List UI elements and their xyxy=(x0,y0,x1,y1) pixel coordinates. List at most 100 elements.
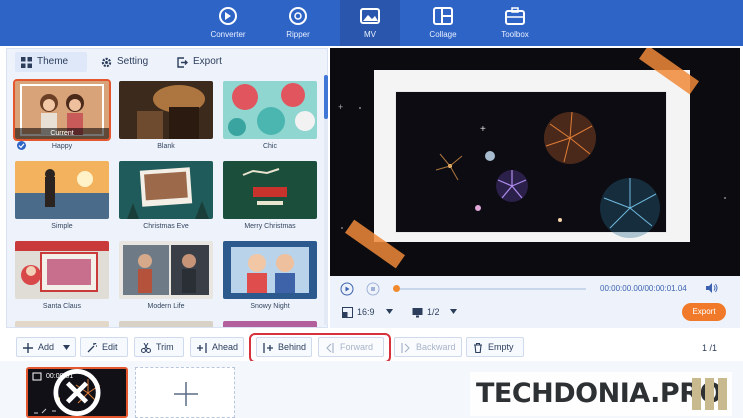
chevron-down-icon xyxy=(450,309,457,314)
watermark-bars-icon xyxy=(692,378,727,410)
nav-collage[interactable]: Collage xyxy=(413,0,473,46)
video-preview: + + xyxy=(330,48,740,276)
backward-button-label: Backward xyxy=(416,342,456,352)
screen-page-select[interactable]: 1/2 xyxy=(412,306,482,320)
add-button[interactable]: Add xyxy=(16,337,76,357)
tab-export-label: Export xyxy=(193,56,222,67)
tab-export[interactable]: Export xyxy=(171,52,235,72)
add-clip-button[interactable] xyxy=(135,367,235,418)
player-controls: 00:00:00.00/00:00:01.04 16:9 1/2 Export xyxy=(330,276,740,328)
nav-mv[interactable]: MV xyxy=(340,0,400,46)
panel-tabs: Theme Setting Export xyxy=(7,49,327,73)
export-button[interactable]: Export xyxy=(682,303,726,321)
gear-icon xyxy=(101,57,112,68)
play-icon[interactable] xyxy=(340,282,354,296)
backward-button[interactable]: Backward xyxy=(394,337,462,357)
scissors-icon xyxy=(141,343,151,353)
theme-thumbnail xyxy=(223,81,317,139)
nav-toolbox[interactable]: Toolbox xyxy=(485,0,545,46)
nav-ripper-label: Ripper xyxy=(286,30,310,39)
tab-setting[interactable]: Setting xyxy=(95,52,163,72)
speaker-icon[interactable] xyxy=(705,282,719,294)
theme-name: Christmas Eve xyxy=(143,223,189,230)
theme-name: Happy xyxy=(51,143,73,150)
theme-name: Modern Life xyxy=(147,303,185,310)
tab-setting-label: Setting xyxy=(117,56,149,67)
nav-ripper[interactable]: Ripper xyxy=(268,0,328,46)
watermark-logo: TECHDONIA.PRO xyxy=(470,372,732,416)
grid-icon xyxy=(21,57,32,68)
theme-thumbnail xyxy=(223,161,317,219)
screen-page-value: 1/2 xyxy=(427,307,440,317)
ahead-button[interactable]: Ahead xyxy=(190,337,244,357)
theme-panel: Theme Setting Export Current Happy Blank… xyxy=(6,48,328,328)
theme-thumbnail xyxy=(223,321,317,327)
theme-thumbnail xyxy=(15,321,109,327)
nav-converter-label: Converter xyxy=(210,30,246,39)
theme-thumbnail xyxy=(119,321,213,327)
nav-collage-label: Collage xyxy=(429,30,457,39)
highlight-annotation xyxy=(249,333,391,363)
insert-ahead-icon xyxy=(197,343,207,353)
theme-thumbnail xyxy=(223,241,317,299)
tab-theme-label: Theme xyxy=(37,56,69,67)
nav-converter[interactable]: Converter xyxy=(198,0,258,46)
theme-name: Santa Claus xyxy=(42,303,82,310)
aspect-ratio-select[interactable]: 16:9 xyxy=(342,306,412,320)
theme-name: Blank xyxy=(157,143,175,150)
converter-icon xyxy=(219,7,237,25)
preview-frame: + + xyxy=(330,48,740,276)
theme-thumbnail xyxy=(119,161,213,219)
playback-time: 00:00:00.00/00:00:01.04 xyxy=(600,284,687,293)
theme-thumbnail xyxy=(15,161,109,219)
theme-thumbnail: Current xyxy=(13,79,111,141)
theme-thumbnail xyxy=(119,81,213,139)
edit-button[interactable]: Edit xyxy=(80,337,128,357)
mv-image-icon xyxy=(360,8,380,24)
svg-text:+: + xyxy=(338,102,343,112)
empty-button[interactable]: Empty xyxy=(466,337,524,357)
top-navigation: Converter Ripper MV Collage Toolbox xyxy=(0,0,743,46)
plus-icon xyxy=(174,382,198,406)
chevron-down-icon xyxy=(63,345,70,350)
theme-grid: Current Happy Blank Chic Simple Christma… xyxy=(13,79,323,327)
scrollbar-thumb[interactable] xyxy=(324,75,328,119)
theme-name: Simple xyxy=(51,223,73,230)
add-button-label: Add xyxy=(38,342,55,352)
trash-icon xyxy=(474,343,482,353)
disc-icon xyxy=(289,7,307,25)
empty-button-label: Empty xyxy=(488,342,514,352)
trim-button[interactable]: Trim xyxy=(134,337,184,357)
nav-toolbox-label: Toolbox xyxy=(501,30,529,39)
toolbox-icon xyxy=(505,7,525,25)
edit-button-label: Edit xyxy=(102,342,118,352)
chevron-down-icon xyxy=(386,309,393,314)
theme-scrollbar[interactable] xyxy=(324,75,328,325)
plus-icon xyxy=(23,343,33,353)
ahead-button-label: Ahead xyxy=(212,342,239,352)
collage-icon xyxy=(433,7,453,25)
close-icon[interactable] xyxy=(28,369,126,416)
theme-thumbnail xyxy=(119,241,213,299)
theme-thumbnail xyxy=(15,241,109,299)
timeline-clip[interactable]: 00:00:01 xyxy=(26,367,128,418)
theme-name: Merry Christmas xyxy=(244,223,296,230)
magic-wand-icon xyxy=(87,343,97,353)
page-indicator: 1 /1 xyxy=(702,343,718,353)
move-backward-icon xyxy=(401,343,410,353)
nav-mv-label: MV xyxy=(364,30,376,39)
aspect-ratio-value: 16:9 xyxy=(357,307,375,317)
tab-theme[interactable]: Theme xyxy=(15,52,87,72)
playback-progress[interactable] xyxy=(393,285,586,292)
stop-icon[interactable] xyxy=(366,282,380,296)
export-icon xyxy=(177,57,188,68)
current-badge: Current xyxy=(15,128,109,139)
trim-button-label: Trim xyxy=(156,342,174,352)
theme-name: Snowy Night xyxy=(250,303,290,310)
theme-name: Chic xyxy=(262,143,277,150)
watermark-text: TECHDONIA.PRO xyxy=(476,378,722,409)
progress-knob[interactable] xyxy=(393,285,400,292)
svg-text:+: + xyxy=(480,124,486,135)
aspect-ratio-icon xyxy=(342,307,353,318)
monitor-icon xyxy=(412,308,423,318)
